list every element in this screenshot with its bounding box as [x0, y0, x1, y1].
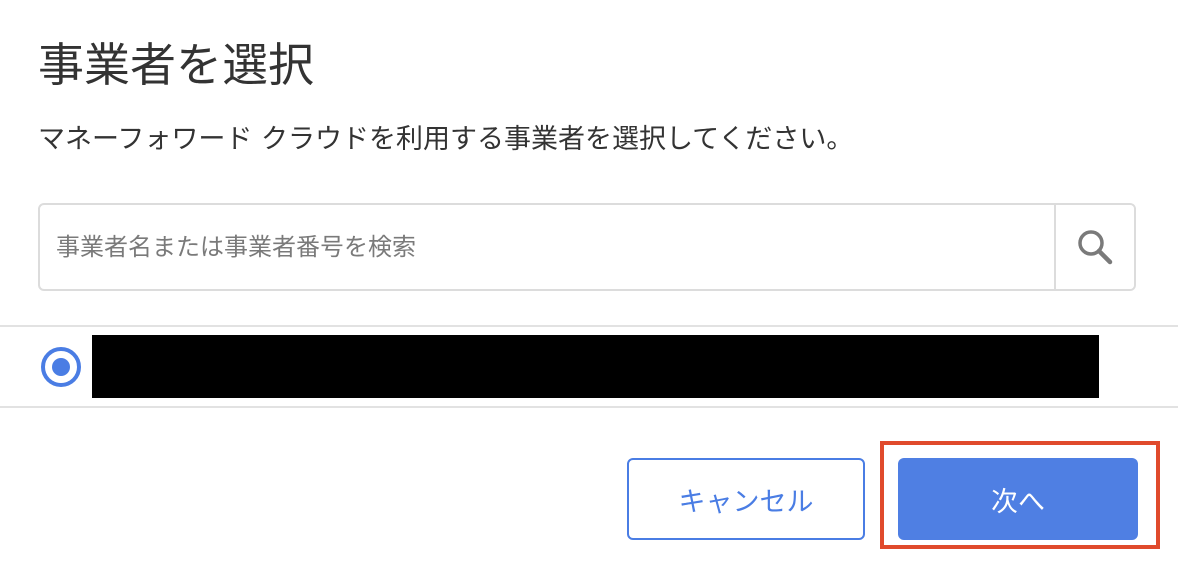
search-box — [38, 203, 1136, 291]
next-button[interactable]: 次へ — [898, 458, 1138, 540]
radio-selected-dot — [52, 358, 70, 376]
search-icon — [1078, 230, 1113, 265]
list-divider-bottom — [0, 406, 1178, 408]
search-input[interactable] — [40, 205, 1054, 289]
dialog-description: マネーフォワード クラウドを利用する事業者を選択してください。 — [38, 124, 854, 155]
cancel-button[interactable]: キャンセル — [627, 458, 865, 540]
search-button[interactable] — [1054, 205, 1134, 289]
dialog-title: 事業者を選択 — [38, 38, 314, 92]
business-radio-button[interactable] — [41, 347, 81, 387]
business-list-item[interactable] — [0, 327, 1178, 406]
redacted-business-name — [92, 335, 1099, 398]
